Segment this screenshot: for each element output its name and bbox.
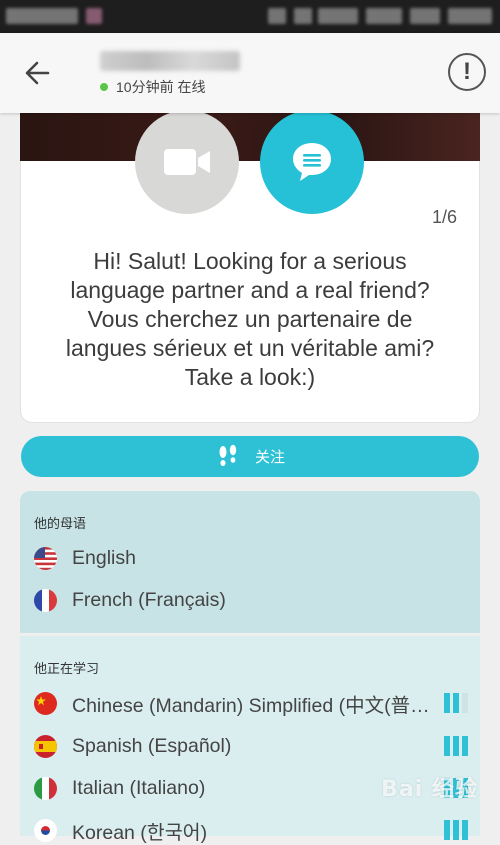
proficiency-level-icon bbox=[444, 736, 468, 756]
language-name: Chinese (Mandarin) Simplified (中文(普通话)简体… bbox=[72, 694, 436, 717]
status-bar-blur bbox=[410, 8, 440, 24]
footprints-icon bbox=[219, 444, 237, 466]
exclamation-icon: ! bbox=[463, 58, 471, 85]
online-status: 10分钟前 在线 bbox=[100, 77, 205, 97]
native-language-item: English bbox=[34, 544, 468, 572]
status-bar-blur bbox=[268, 8, 286, 24]
photo-page-indicator: 1/6 bbox=[431, 207, 457, 227]
learning-language-item: Korean (한국어) bbox=[34, 816, 468, 844]
status-bar bbox=[0, 0, 500, 33]
follow-button-label: 关注 bbox=[254, 449, 285, 466]
back-button[interactable] bbox=[18, 55, 58, 91]
report-button[interactable]: ! bbox=[448, 53, 486, 91]
china-flag-icon bbox=[34, 691, 57, 715]
bio-text: Hi! Salut! Looking for a serious languag… bbox=[65, 248, 435, 390]
intro-card: 1/6 Hi! Salut! Looking for a serious lan… bbox=[20, 161, 480, 423]
language-name: Spanish (Español) bbox=[72, 734, 232, 757]
language-name: Korean (한국어) bbox=[72, 821, 208, 844]
us-flag-icon bbox=[34, 546, 57, 570]
language-name: English bbox=[72, 546, 136, 569]
italy-flag-icon bbox=[34, 776, 57, 800]
status-bar-blur bbox=[294, 8, 312, 24]
watermark: Bai 经验 bbox=[381, 777, 478, 802]
learning-language-item: Chinese (Mandarin) Simplified (中文(普通话)简体… bbox=[34, 689, 468, 717]
online-dot-icon bbox=[100, 83, 108, 91]
korea-flag-icon bbox=[34, 818, 57, 842]
username-blurred bbox=[100, 51, 240, 71]
learning-language-item: Spanish (Español) bbox=[34, 732, 468, 760]
status-bar-blur bbox=[6, 8, 78, 24]
status-bar-blur bbox=[448, 8, 492, 24]
proficiency-level-icon bbox=[444, 820, 468, 840]
video-call-button[interactable] bbox=[135, 110, 239, 214]
spain-flag-icon bbox=[34, 734, 57, 758]
chat-bubble-icon bbox=[293, 143, 331, 181]
status-bar-blur bbox=[318, 8, 358, 24]
video-camera-icon bbox=[164, 149, 210, 175]
learning-languages-section: 他正在学习 Chinese (Mandarin) Simplified (中文(… bbox=[20, 636, 480, 844]
language-name: French (Français) bbox=[72, 588, 226, 611]
native-languages-section: 他的母语 English French (Français) bbox=[20, 491, 480, 633]
status-bar-blur bbox=[366, 8, 402, 24]
proficiency-level-icon bbox=[444, 693, 468, 713]
profile-photo bbox=[20, 113, 480, 161]
arrow-left-icon bbox=[25, 61, 50, 85]
follow-button[interactable]: 关注 bbox=[21, 436, 479, 477]
france-flag-icon bbox=[34, 588, 57, 612]
online-status-text: 10分钟前 在线 bbox=[116, 79, 206, 95]
native-languages-title: 他的母语 bbox=[34, 516, 87, 531]
message-button[interactable] bbox=[260, 110, 364, 214]
status-bar-blur bbox=[86, 8, 102, 24]
native-language-item: French (Français) bbox=[34, 586, 468, 614]
profile-header: 10分钟前 在线 ! bbox=[0, 33, 500, 113]
learning-languages-title: 他正在学习 bbox=[34, 661, 100, 676]
